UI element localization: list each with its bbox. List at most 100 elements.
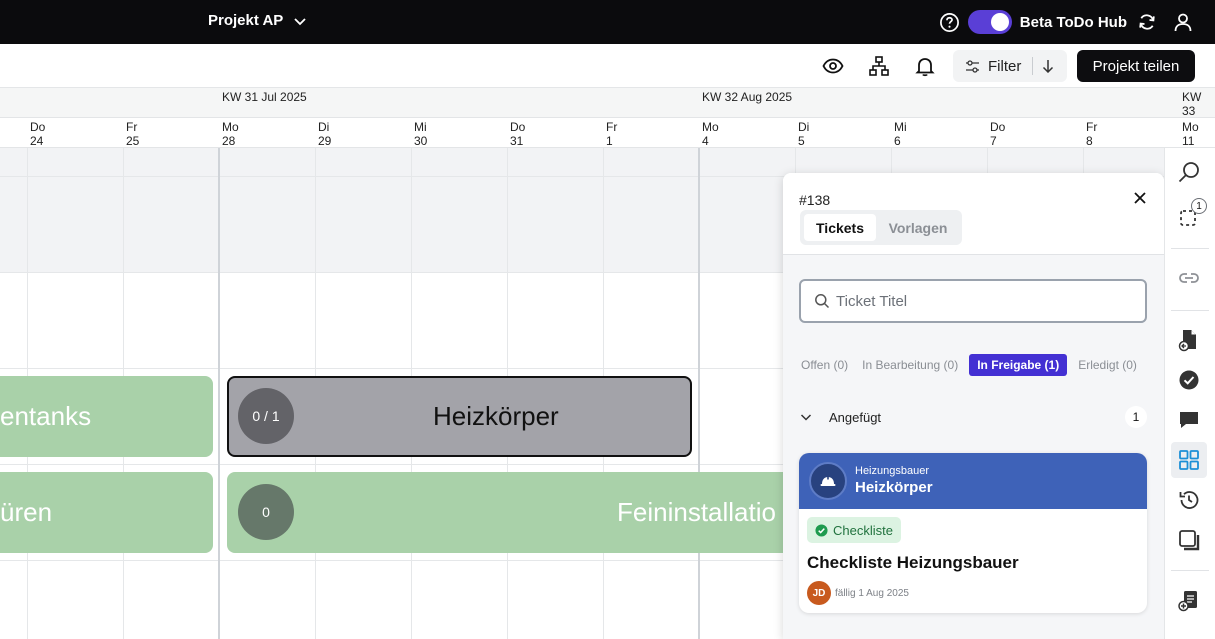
day-cell: Fr 25 — [124, 118, 139, 148]
rail-add-report[interactable] — [1171, 582, 1207, 618]
ticket-search-input[interactable] — [836, 292, 1136, 310]
status-in-bearbeitung[interactable]: In Bearbeitung (0) — [859, 354, 961, 376]
day-name: Di — [798, 120, 810, 134]
rail-done[interactable] — [1171, 362, 1207, 398]
document-icon — [1178, 330, 1196, 352]
panel-header: #138 Tickets Vorlagen — [783, 173, 1164, 255]
day-date: 11 — [1182, 134, 1195, 148]
section-angefuegt[interactable]: Angefügt 1 — [799, 405, 1147, 429]
day-date: 24 — [30, 134, 44, 148]
history-icon — [1179, 491, 1199, 509]
task-bar-label: üren — [0, 497, 53, 527]
panel-body: Offen (0) In Bearbeitung (0) In Freigabe… — [783, 255, 1164, 639]
ticket-search — [799, 279, 1147, 323]
link-icon — [1179, 273, 1199, 283]
check-circle-icon — [1179, 370, 1199, 390]
filter-group: Filter — [953, 50, 1067, 82]
rail-layers[interactable] — [1171, 522, 1207, 558]
search-icon — [1178, 162, 1199, 183]
sort-button[interactable] — [1033, 50, 1063, 82]
rail-link[interactable] — [1171, 260, 1207, 296]
rail-divider — [1171, 570, 1209, 571]
panel-tabs: Tickets Vorlagen — [800, 210, 962, 245]
day-date: 1 — [606, 134, 613, 148]
day-cell: Di 29 — [316, 118, 331, 148]
day-cell: Mo 4 — [700, 118, 719, 148]
day-name: Mo — [1182, 120, 1199, 134]
refresh-icon[interactable] — [1137, 12, 1157, 32]
day-cell: Fr 8 — [1084, 118, 1097, 148]
progress-counter: 0 — [238, 484, 294, 540]
task-bar-selected[interactable]: 0 / 1 Heizkörper — [227, 376, 692, 457]
day-cell: Do 7 — [988, 118, 1005, 148]
day-date: 25 — [126, 134, 140, 148]
day-name: Do — [30, 120, 46, 134]
share-project-button[interactable]: Projekt teilen — [1077, 50, 1195, 82]
rail-search[interactable] — [1171, 154, 1207, 190]
close-icon[interactable] — [1133, 191, 1147, 205]
day-date: 6 — [894, 134, 901, 148]
week-label: KW 32 Aug 2025 — [702, 90, 793, 104]
status-erledigt[interactable]: Erledigt (0) — [1075, 354, 1140, 376]
day-cell: Di 5 — [796, 118, 809, 148]
layers-icon — [1179, 530, 1200, 551]
ticket-card[interactable]: Heizungsbauer Heizkörper Checkliste Chec… — [799, 453, 1147, 613]
project-switcher[interactable]: Projekt AP — [208, 12, 307, 29]
day-name: Fr — [606, 120, 618, 134]
rail-selection[interactable]: 1 — [1171, 198, 1207, 234]
rail-document[interactable] — [1171, 322, 1207, 358]
filter-button[interactable]: Filter — [953, 50, 1021, 82]
project-name: Projekt AP — [208, 12, 284, 29]
tab-vorlagen[interactable]: Vorlagen — [878, 214, 958, 241]
add-document-icon — [1178, 591, 1197, 612]
top-right-controls: Beta ToDo Hub — [939, 9, 1193, 35]
ticket-id: #138 — [799, 192, 831, 208]
day-cell: Mo 28 — [220, 118, 239, 148]
trade-name: Heizungsbauer — [855, 465, 929, 477]
help-icon[interactable] — [939, 12, 960, 33]
avatar: JD — [807, 581, 831, 605]
hardhat-icon — [820, 475, 836, 486]
day-cell: Fr 1 — [604, 118, 617, 148]
rail-divider — [1171, 310, 1209, 311]
chevron-down-icon — [294, 17, 306, 25]
day-date: 7 — [990, 134, 997, 148]
status-offen[interactable]: Offen (0) — [798, 354, 851, 376]
task-bar[interactable]: 0 Feininstallatio — [227, 472, 827, 553]
checklist-tag: Checkliste — [807, 517, 901, 543]
task-bar[interactable]: entanks — [0, 376, 213, 457]
day-date: 29 — [318, 134, 332, 148]
week-label: KW 31 Jul 2025 — [222, 90, 307, 104]
day-cell: Mo 11 — [1180, 118, 1199, 148]
day-header-row: Do 24 Fr 25 Mo 28 Di 29 Mi 30 Do 31 Fr 1 Mo 4 Di… — [0, 118, 1215, 148]
chat-icon — [1180, 412, 1198, 428]
tab-tickets[interactable]: Tickets — [804, 214, 876, 241]
eye-icon[interactable] — [822, 55, 844, 77]
day-date: 5 — [798, 134, 805, 148]
day-name: Mo — [702, 120, 719, 134]
day-date: 8 — [1086, 134, 1093, 148]
bell-icon[interactable] — [914, 55, 936, 77]
beta-toggle[interactable] — [967, 10, 1012, 34]
rail-history[interactable] — [1171, 482, 1207, 518]
user-icon[interactable] — [1173, 12, 1193, 32]
task-bar-label: entanks — [0, 401, 92, 431]
task-bar[interactable]: üren — [0, 472, 213, 553]
rail-comments[interactable] — [1171, 402, 1207, 438]
hierarchy-icon[interactable] — [868, 55, 890, 77]
day-date: 28 — [222, 134, 236, 148]
day-name: Do — [510, 120, 526, 134]
status-in-freigabe[interactable]: In Freigabe (1) — [969, 354, 1068, 376]
checklist-tag-label: Checkliste — [833, 522, 893, 538]
check-circle-icon — [815, 523, 828, 537]
day-name: Do — [990, 120, 1006, 134]
week-line — [218, 148, 220, 639]
section-label: Angefügt — [829, 409, 882, 425]
trade-logo — [809, 462, 847, 500]
day-name: Mi — [894, 120, 907, 134]
day-cell: Mi 6 — [892, 118, 907, 148]
sliders-icon — [966, 59, 979, 73]
ticket-card-header: Heizungsbauer Heizkörper — [799, 453, 1147, 509]
beta-label: Beta ToDo Hub — [1019, 13, 1127, 31]
rail-grid[interactable] — [1171, 442, 1207, 478]
